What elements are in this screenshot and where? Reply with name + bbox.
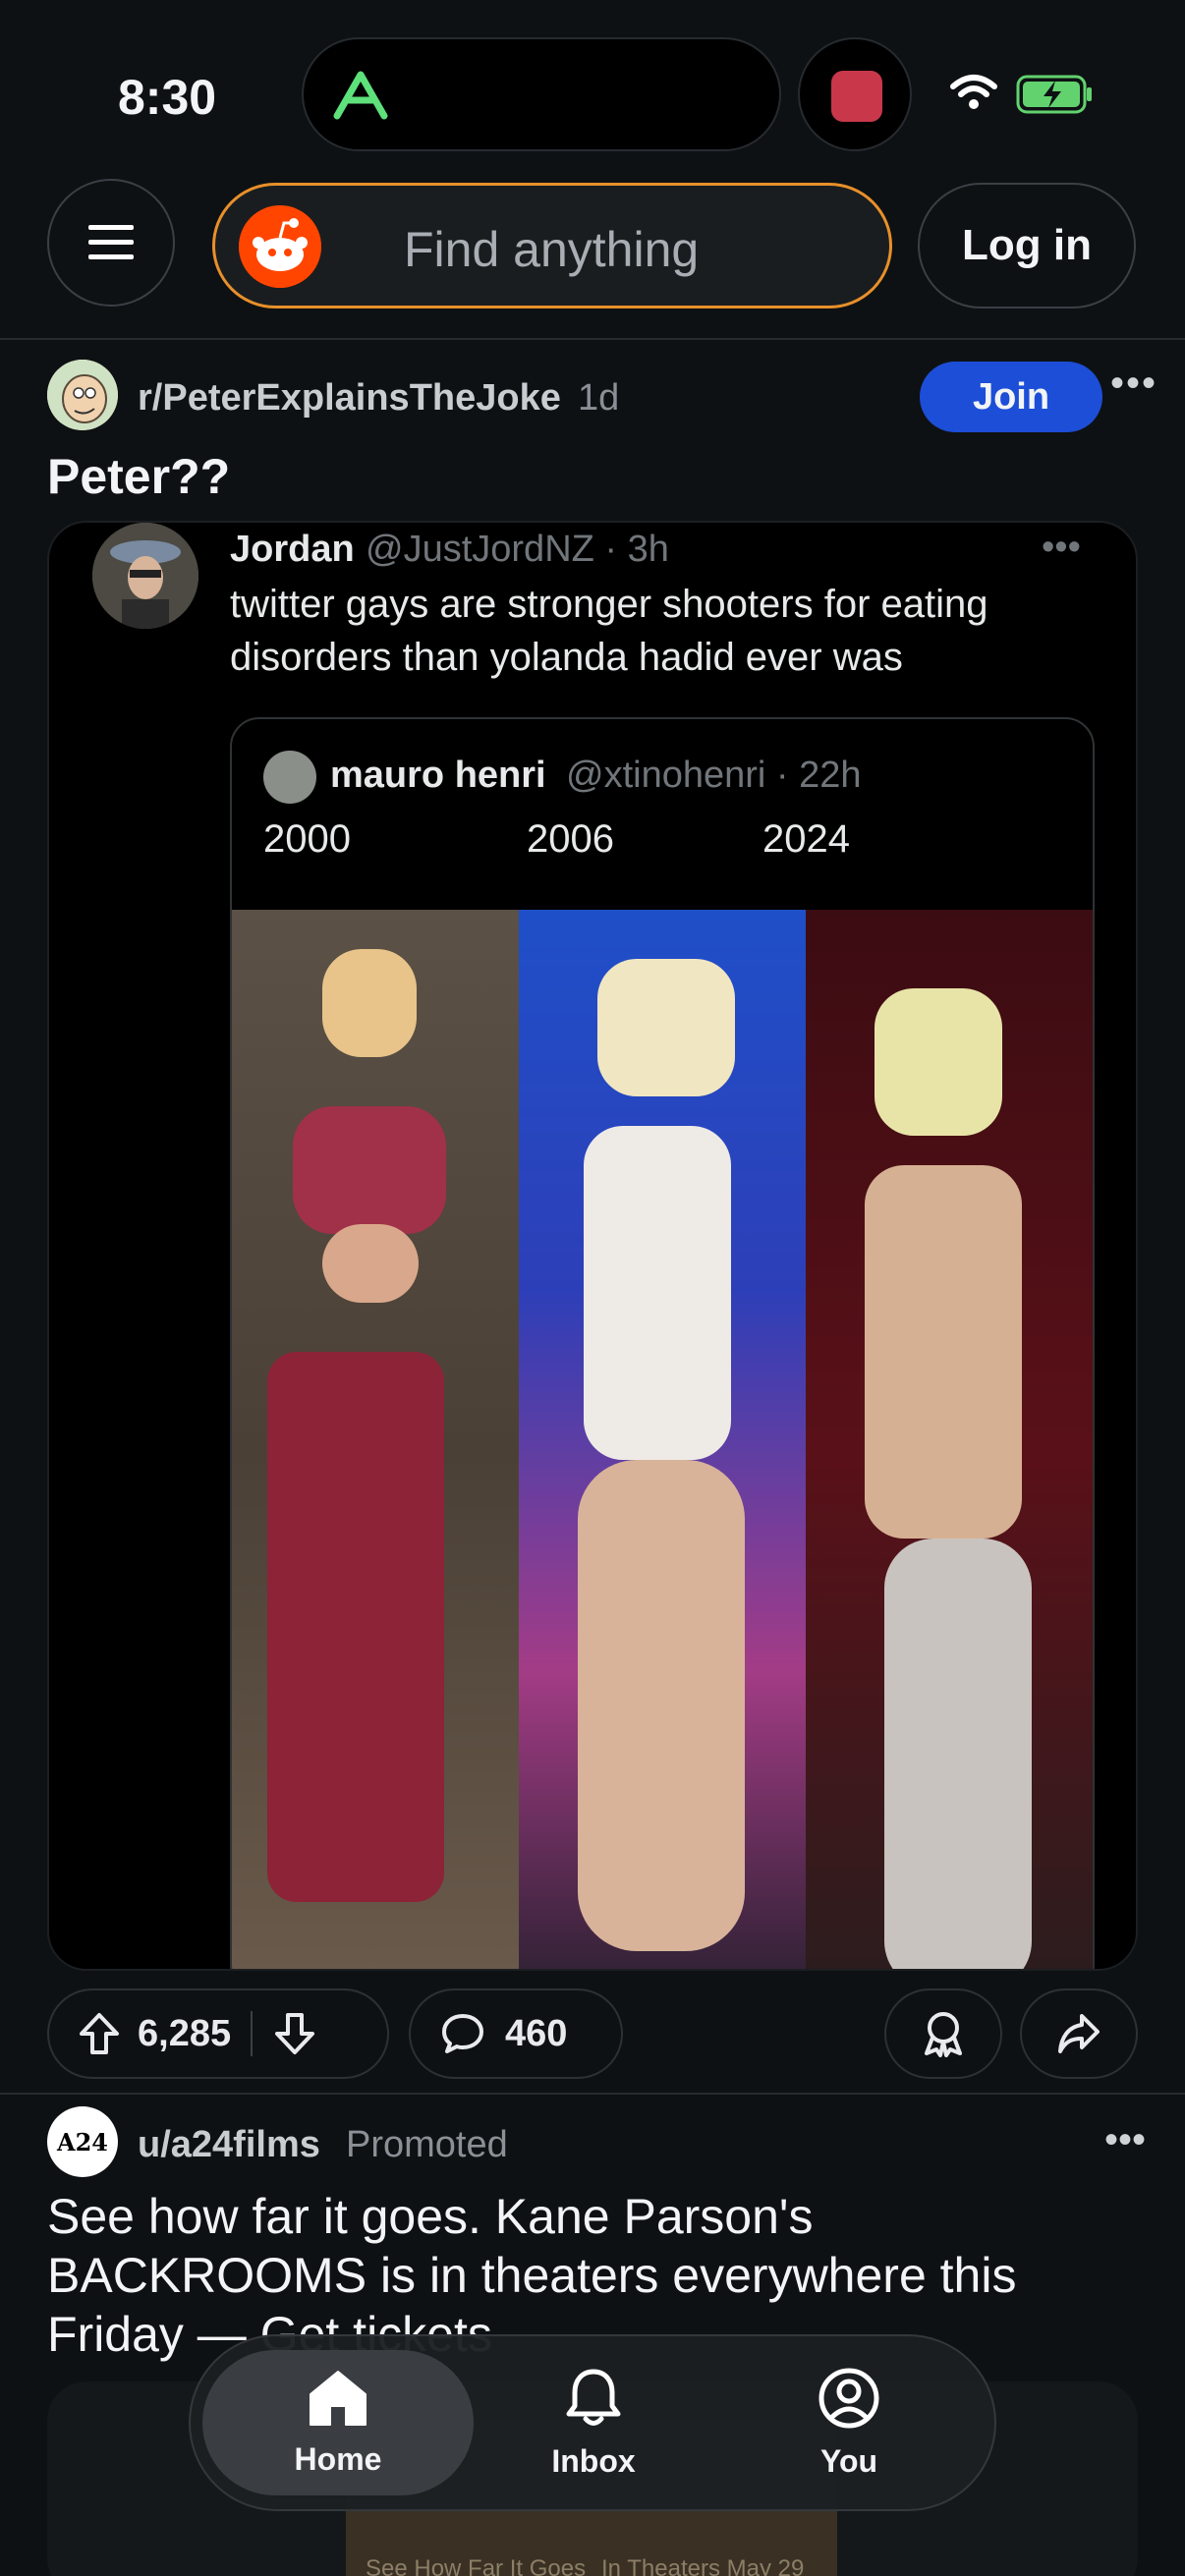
tweet-author-name: Jordan	[230, 529, 355, 570]
poster-text-right: In Theaters May 29	[601, 2555, 805, 2576]
photo-2006	[519, 910, 806, 1969]
advertiser-name[interactable]: u/a24films	[138, 2124, 320, 2166]
photo-collage	[232, 910, 1093, 1969]
tweet-more-icon: •••	[1042, 527, 1081, 568]
quoted-tweet-avatar	[263, 751, 316, 804]
battery-icon	[1016, 75, 1092, 114]
home-icon	[310, 2370, 367, 2426]
year-label: 2024	[762, 817, 850, 861]
tweet-text: twitter gays are stronger shooters for e…	[230, 583, 988, 679]
app-badge-icon	[831, 71, 882, 122]
year-label: 2006	[527, 817, 614, 861]
tab-inbox[interactable]: Inbox	[458, 2350, 729, 2495]
promoted-post-header: A24 u/a24films Promoted •••	[47, 2106, 1146, 2179]
tab-label-you: You	[819, 2442, 878, 2479]
tweet-avatar	[92, 523, 198, 629]
dynamic-island	[302, 37, 781, 151]
profile-icon	[818, 2368, 879, 2428]
share-icon	[1058, 2014, 1100, 2053]
login-button[interactable]: Log in	[918, 183, 1136, 308]
share-button[interactable]	[1020, 1988, 1138, 2079]
menu-button[interactable]	[47, 179, 175, 307]
photo-2000	[232, 910, 519, 1969]
post-age: 1d	[578, 377, 620, 419]
vote-bar: 6,285	[47, 1988, 389, 2079]
post-header: r/PeterExplainsTheJoke 1d Join •••	[47, 358, 1156, 434]
vote-divider	[251, 2011, 254, 2056]
poster-text-left: See How Far It Goes	[366, 2555, 587, 2576]
status-bar: 8:30	[0, 0, 1185, 177]
feed-divider	[0, 2093, 1185, 2095]
quoted-tweet-author-handle: @xtinohenri · 22h	[566, 755, 862, 796]
tab-label-home: Home	[294, 2440, 382, 2477]
promoted-label: Promoted	[346, 2124, 508, 2165]
app-activity-icon	[333, 71, 388, 120]
tab-label-inbox: Inbox	[551, 2442, 636, 2479]
comments-button[interactable]: 460	[409, 1988, 623, 2079]
more-options-icon[interactable]: •••	[1104, 364, 1163, 413]
award-icon	[925, 2012, 962, 2057]
status-time: 8:30	[118, 70, 217, 125]
award-button[interactable]	[884, 1988, 1002, 2079]
year-label: 2000	[263, 817, 351, 861]
advertiser-avatar[interactable]: A24	[47, 2106, 118, 2177]
post-title[interactable]: Peter??	[47, 448, 230, 505]
subreddit-avatar[interactable]	[47, 360, 118, 430]
live-activity	[798, 37, 912, 151]
upvote-count: 6,285	[138, 2012, 232, 2054]
tab-you[interactable]: You	[713, 2350, 985, 2495]
search-placeholder: Find anything	[404, 222, 700, 277]
tab-home[interactable]: Home	[202, 2350, 474, 2495]
join-button[interactable]: Join	[920, 362, 1102, 432]
comment-count: 460	[505, 2012, 568, 2054]
upvote-icon[interactable]	[79, 2012, 120, 2055]
search-bar[interactable]: Find anything	[212, 183, 892, 308]
quoted-tweet: mauro henri @xtinohenri · 22h 2000 2006 …	[230, 717, 1095, 1969]
quoted-tweet-author-name: mauro henri	[330, 755, 546, 796]
bell-icon	[566, 2369, 621, 2426]
comment-icon	[442, 2014, 483, 2053]
reddit-logo-icon	[239, 205, 321, 288]
app-header: Find anything Log in	[0, 179, 1185, 340]
post-image[interactable]: Jordan @JustJordNZ · 3h ••• twitter gays…	[47, 521, 1138, 1971]
tweet-author-handle: @JustJordNZ · 3h	[366, 529, 669, 570]
wifi-icon	[950, 75, 997, 109]
peter-avatar-icon	[47, 360, 118, 430]
downvote-icon[interactable]	[274, 2012, 315, 2055]
promoted-more-icon[interactable]: •••	[1104, 2118, 1146, 2162]
hamburger-icon	[88, 225, 134, 259]
photo-2024	[806, 910, 1093, 1969]
bottom-tab-bar: Home Inbox You	[189, 2334, 996, 2511]
subreddit-name[interactable]: r/PeterExplainsTheJoke	[138, 377, 561, 420]
tweet-avatar-image	[92, 523, 198, 629]
post-actions: 6,285 460	[47, 1988, 1138, 2079]
